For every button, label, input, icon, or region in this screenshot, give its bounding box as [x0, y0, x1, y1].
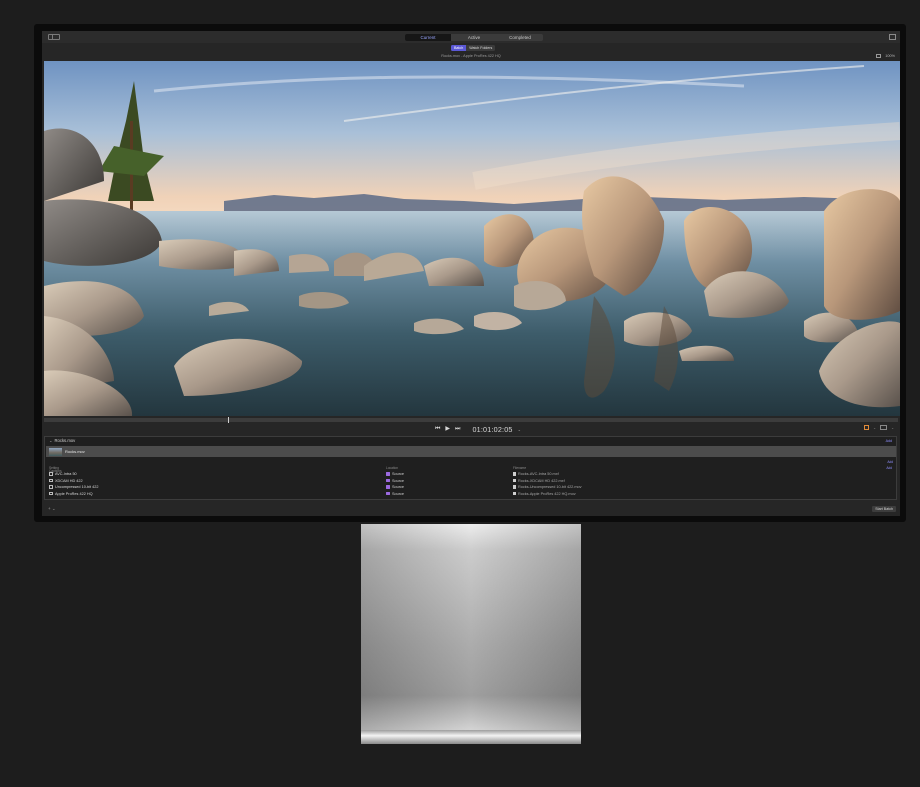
- job-title[interactable]: ⌄ Rocks.mov: [49, 437, 75, 445]
- sidebar-toggle-icon[interactable]: [48, 34, 60, 40]
- timecode-display: 01:01:02:05: [472, 424, 513, 434]
- folder-icon: [386, 478, 390, 482]
- source-file-row[interactable]: Rocks.mov: [46, 446, 896, 457]
- timecode-chevron-icon[interactable]: ⌄: [518, 427, 521, 432]
- setting-cell: Apple ProRes 422 HQ: [49, 491, 93, 498]
- output-row[interactable]: Apple ProRes 422 HQ Source Rocks-Apple P…: [49, 491, 893, 498]
- previous-frame-icon[interactable]: ⏮: [435, 423, 440, 435]
- job-header: ⌄ Rocks.mov Add: [45, 437, 896, 445]
- timeline-scrubber[interactable]: [44, 418, 898, 422]
- folder-icon: [386, 491, 390, 495]
- batch-status-tabs: Current Active Completed: [405, 34, 543, 41]
- overlay-icon[interactable]: [880, 425, 888, 430]
- stand-foot: [361, 730, 581, 744]
- watch-folders-button[interactable]: Watch Folders: [466, 45, 495, 51]
- mode-switch: Batch Watch Folders: [451, 45, 496, 51]
- document-icon: [513, 472, 516, 476]
- display-options-icon[interactable]: [876, 54, 882, 58]
- document-icon: [513, 478, 516, 482]
- filename-cell[interactable]: Rocks-Apple ProRes 422 HQ.mov: [513, 491, 576, 498]
- preview-frame-image: [44, 61, 900, 416]
- play-icon[interactable]: ▶: [445, 423, 450, 435]
- setting-icon: [49, 491, 53, 495]
- batch-mode-button[interactable]: Batch: [451, 45, 467, 51]
- viewer-title: Rocks.mov - Apple ProRes 422 HQ: [441, 54, 501, 58]
- document-icon: [513, 485, 516, 489]
- setting-icon: [49, 485, 53, 489]
- marker-chevron-icon[interactable]: ⌄: [873, 426, 876, 430]
- next-frame-icon[interactable]: ⏭: [455, 423, 460, 435]
- folder-icon: [386, 472, 390, 476]
- playhead[interactable]: [228, 417, 229, 423]
- setting-icon: [49, 472, 53, 476]
- transport-controls: ⏮ ▶ ⏭ 01:01:02:05 ⌄: [435, 423, 521, 435]
- document-icon: [513, 491, 516, 495]
- tab-current[interactable]: Current: [405, 34, 451, 41]
- tab-completed[interactable]: Completed: [497, 34, 543, 41]
- disclosure-chevron-icon[interactable]: ⌄: [49, 438, 53, 443]
- captions-row: Captions Add: [49, 459, 893, 473]
- viewer-tools: 100%: [876, 53, 895, 59]
- location-cell[interactable]: Source: [386, 491, 404, 498]
- inspector-toggle-icon[interactable]: [889, 34, 896, 40]
- video-preview[interactable]: [44, 61, 900, 416]
- setting-icon: [49, 478, 53, 482]
- job-name-label: Rocks.mov: [54, 438, 76, 443]
- viewer-right-tools: ⌄ ⌄: [864, 425, 894, 430]
- monitor-stand: [361, 524, 581, 744]
- compressor-window: Current Active Completed Batch Watch Fol…: [42, 31, 900, 516]
- add-item-menu[interactable]: + ⌄: [48, 506, 56, 512]
- source-file-name: Rocks.mov: [65, 449, 85, 454]
- marker-icon[interactable]: [864, 425, 870, 430]
- top-toolbar: Current Active Completed: [42, 31, 900, 43]
- batch-panel: ⌄ Rocks.mov Add Rocks.mov Captions Add Se…: [44, 436, 897, 500]
- zoom-popup[interactable]: 100%: [885, 53, 895, 59]
- add-output-button[interactable]: Add: [886, 437, 892, 445]
- folder-icon: [386, 485, 390, 489]
- overlay-chevron-icon[interactable]: ⌄: [891, 426, 894, 430]
- tab-active[interactable]: Active: [451, 34, 497, 41]
- source-thumbnail: [49, 447, 62, 456]
- stand-shading: [361, 524, 581, 744]
- start-batch-button[interactable]: Start Batch: [872, 506, 896, 512]
